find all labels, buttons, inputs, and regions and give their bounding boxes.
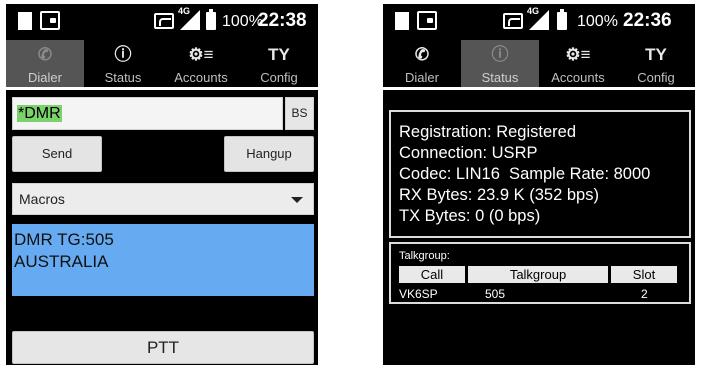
nfc-icon — [503, 13, 523, 29]
status-line: Registration: Registered — [399, 123, 577, 141]
status-screen: 4G 100% 22:36 ✆ Dialer ⓘ Status ⚙≡ Accou… — [383, 4, 695, 365]
signal-icon — [180, 10, 200, 30]
macros-dropdown[interactable]: Macros — [12, 183, 314, 215]
config-icon: TΥ — [645, 45, 667, 64]
accounts-icon: ⚙≡ — [188, 45, 214, 64]
backspace-button[interactable]: BS — [285, 97, 314, 130]
tab-accounts[interactable]: ⚙≡ Accounts — [162, 40, 240, 87]
dropdown-caret-icon — [291, 197, 303, 203]
table-header-slot: Slot — [611, 266, 677, 283]
app-notification-icon — [417, 11, 437, 30]
macros-label: Macros — [19, 191, 65, 207]
info-line: AUSTRALIA — [14, 252, 109, 271]
talkgroup-title: Talkgroup: — [399, 250, 450, 262]
info-icon: ⓘ — [491, 45, 509, 64]
ptt-button[interactable]: PTT — [12, 331, 314, 364]
tab-status[interactable]: ⓘ Status — [84, 40, 162, 87]
clock: 22:36 — [623, 10, 672, 31]
send-button[interactable]: Send — [12, 136, 102, 172]
nfc-icon — [154, 13, 174, 29]
dial-value: *DMR — [17, 105, 62, 122]
status-line: Codec: LIN16 Sample Rate: 8000 — [399, 165, 651, 183]
tab-label: Config — [260, 70, 298, 85]
table-cell-call: VK6SP — [399, 287, 438, 301]
battery-percent: 100% — [577, 13, 618, 30]
config-icon: TΥ — [268, 45, 290, 64]
table-header-talkgroup: Talkgroup — [468, 266, 608, 283]
battery-icon — [206, 9, 216, 30]
phone-icon: ✆ — [37, 45, 53, 64]
tab-dialer[interactable]: ✆ Dialer — [383, 40, 461, 87]
tab-config[interactable]: TΥ Config — [240, 40, 318, 87]
table-header-call: Call — [399, 266, 465, 283]
status-bar: 4G 100% 22:38 — [6, 4, 318, 38]
tab-label: Status — [104, 70, 142, 85]
tab-accounts[interactable]: ⚙≡ Accounts — [539, 40, 617, 87]
app-notification-icon — [40, 11, 60, 30]
notification-icon — [18, 12, 32, 30]
status-line: Connection: USRP — [399, 144, 538, 162]
tab-label: Dialer — [405, 70, 439, 85]
table-cell-talkgroup: 505 — [485, 287, 506, 301]
tab-label: Accounts — [551, 70, 605, 85]
tab-config[interactable]: TΥ Config — [617, 40, 695, 87]
tab-dialer[interactable]: ✆ Dialer — [6, 40, 84, 87]
battery-icon — [557, 9, 567, 30]
battery-percent: 100% — [222, 13, 263, 30]
info-line: DMR TG:505 — [14, 230, 114, 249]
call-info-panel: DMR TG:505 AUSTRALIA — [12, 224, 314, 296]
clock: 22:38 — [258, 10, 307, 31]
status-panel: Registration: Registered Connection: USR… — [389, 110, 691, 238]
status-bar: 4G 100% 22:36 — [383, 4, 695, 38]
signal-icon — [529, 10, 549, 30]
tab-bar: ✆ Dialer ⓘ Status ⚙≡ Accounts TΥ Config — [6, 40, 318, 90]
tab-label: Status — [481, 70, 519, 85]
info-icon: ⓘ — [114, 45, 132, 64]
dialer-screen: 4G 100% 22:38 ✆ Dialer ⓘ Status ⚙≡ Accou… — [6, 4, 318, 365]
table-cell-slot: 2 — [641, 287, 648, 301]
phone-icon: ✆ — [414, 45, 430, 64]
tab-label: Accounts — [174, 70, 228, 85]
talkgroup-panel: Talkgroup: Call Talkgroup Slot VK6SP 505… — [389, 242, 691, 304]
tab-status[interactable]: ⓘ Status — [461, 40, 539, 87]
hangup-button[interactable]: Hangup — [224, 136, 314, 172]
status-line: TX Bytes: 0 (0 bps) — [399, 207, 541, 225]
tab-label: Dialer — [28, 70, 62, 85]
tab-label: Config — [637, 70, 675, 85]
tab-bar: ✆ Dialer ⓘ Status ⚙≡ Accounts TΥ Config — [383, 40, 695, 90]
notification-icon — [395, 12, 409, 30]
dial-input[interactable]: *DMR — [12, 97, 283, 130]
status-line: RX Bytes: 23.9 K (352 bps) — [399, 186, 599, 204]
accounts-icon: ⚙≡ — [565, 45, 591, 64]
